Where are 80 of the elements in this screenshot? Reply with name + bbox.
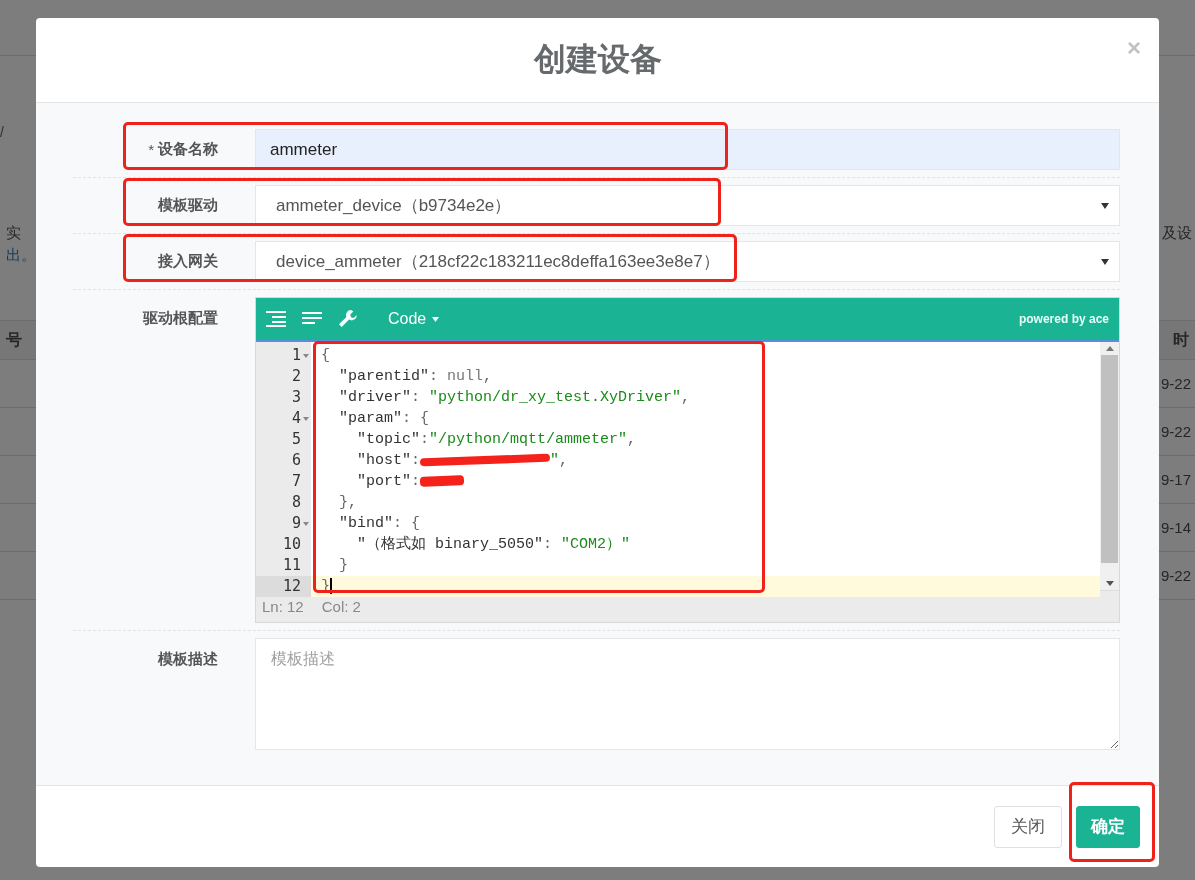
caret-icon [1101,258,1109,265]
status-text: Col: 2 [321,598,361,615]
line-number: 11 [282,555,301,576]
line-number: 3 [291,387,301,408]
scroll-up-icon[interactable] [1105,346,1114,351]
code-token: : [420,431,430,448]
code-token: "python/dr_xy_test.XyDriver" [429,389,682,406]
code-token: " [550,452,560,469]
select-field[interactable]: device_ammeter（218cf22c183211ec8deffa163ee3e8e7） [255,241,1120,282]
status-text: Ln: 12 [262,598,304,615]
code-token: , [681,389,691,406]
line-number: 4 [291,408,301,429]
code-token: : [411,473,421,490]
code-token: { [321,347,330,364]
caret-icon [432,316,440,322]
name-input[interactable]: ammeter [255,129,1120,170]
code-token: null [447,368,484,385]
code-token: "/python/mqtt/ammeter" [429,431,628,448]
line-number: 8 [291,492,301,513]
code-token: : { [402,410,430,427]
close-dialog-button[interactable]: 关闭 [994,805,1062,848]
table-cell-text: 9-17 [1160,471,1192,488]
code-token: } [338,557,348,574]
field-label: 模板驱动 [158,196,218,215]
fold-icon[interactable] [303,416,309,421]
scrollbar[interactable] [1100,342,1119,590]
wrench-icon[interactable] [338,309,358,329]
code-token: : [543,536,554,553]
notice-text: 及设 [1162,223,1193,243]
notice-text: 出。 [6,245,36,265]
fold-icon[interactable] [303,353,309,358]
code-token: "host" [356,452,411,469]
field-label: 模板描述 [158,649,218,669]
notice-text: 实 [6,223,22,243]
redaction-mark [419,475,465,487]
line-number: 1 [291,345,301,366]
dialog-title: 创建设备 [533,40,662,79]
code-token: "COM2）" [561,536,631,553]
scroll-down-icon[interactable] [1105,581,1114,586]
select-field[interactable]: ammeter_device（b9734e2e） [255,185,1120,226]
line-number: 12 [282,576,301,597]
fold-icon[interactable] [303,521,309,526]
line-number: 2 [291,366,301,387]
breadcrumb: / [0,124,5,142]
table-cell-text: 9-22 [1160,567,1192,584]
table-cell-text: 9-22 [1160,423,1192,440]
line-number: 5 [291,429,301,450]
code-token: , [559,452,569,469]
line-number: 9 [291,513,301,534]
code-token: "port" [356,473,411,490]
line-number: 6 [291,450,301,471]
code-token: }, [338,494,357,511]
code-token: , [483,368,493,385]
code-token: "topic" [356,431,421,448]
code-token: "param" [338,410,402,427]
code-token: : [411,389,422,406]
code-token: , [627,431,637,448]
column-header: 时 [1159,320,1195,360]
column-header: 号 [0,320,36,360]
code-token: : [429,368,440,385]
field-label: 设备名称 [158,140,218,159]
line-number: 10 [282,534,301,555]
description-textarea[interactable]: 模板描述 [255,638,1120,750]
code-token: "bind" [338,515,393,532]
table-cell-text: 9-14 [1160,519,1192,536]
code-token: "driver" [338,389,411,406]
code-token: : [411,452,421,469]
required-mark: * [148,141,154,158]
field-label: 驱动根配置 [143,308,218,328]
field-label: 接入网关 [158,252,218,271]
format-icon[interactable] [266,311,288,327]
code-token: : { [393,515,421,532]
line-number: 7 [291,471,301,492]
caret-icon [1101,202,1109,209]
table-cell-text: 9-22 [1160,375,1192,392]
text-cursor [330,578,332,595]
compact-icon[interactable] [302,312,324,326]
code-token: "（格式如 binary_5050" [356,536,544,553]
credit-text: powered by ace [1018,312,1109,326]
code-token: "parentid" [338,368,430,385]
